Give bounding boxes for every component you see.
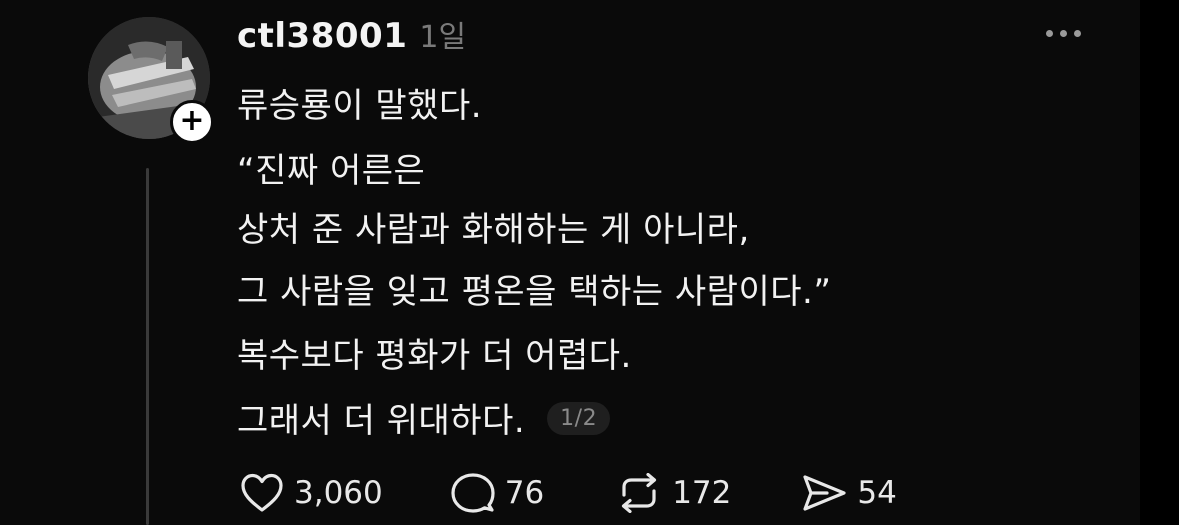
- more-dots-icon[interactable]: [1046, 30, 1081, 37]
- repost-count: 172: [672, 475, 732, 511]
- comment-count: 76: [504, 475, 545, 511]
- post-text-line: 상처 준 사람과 화해하는 게 아니라,: [237, 210, 750, 250]
- heart-icon: [241, 473, 283, 512]
- send-icon: [803, 475, 846, 511]
- like-button[interactable]: 3,060: [240, 473, 383, 513]
- action-bar: 3,060 76 172 54: [240, 472, 897, 514]
- share-count: 54: [857, 475, 897, 511]
- post-text-line: “진짜 어른은: [237, 151, 426, 191]
- comment-bubble-icon: [451, 473, 495, 513]
- repost-button[interactable]: 172: [616, 473, 731, 513]
- post-text-line: 복수보다 평화가 더 어렵다.: [237, 336, 632, 376]
- post-header: ctl38001 1일: [237, 12, 466, 56]
- like-count: 3,060: [294, 475, 383, 511]
- comment-button[interactable]: 76: [451, 472, 544, 514]
- repost-icon: [622, 473, 657, 513]
- thread-line: [146, 168, 149, 525]
- post-text-line-last: 그래서 더 위대하다. 1/2: [237, 393, 611, 442]
- follow-button[interactable]: +: [170, 100, 214, 144]
- post-text-line: 그 사람을 잊고 평온을 택하는 사람이다.”: [237, 272, 832, 312]
- page-indicator[interactable]: 1/2: [547, 402, 611, 435]
- share-button[interactable]: 54: [801, 473, 897, 513]
- post-text-line: 그래서 더 위대하다.: [237, 401, 526, 441]
- post-time: 1일: [419, 20, 467, 55]
- plus-icon: +: [179, 102, 205, 138]
- thread-post: + ctl38001 1일 류승룡이 말했다. “진짜 어른은 상처 준 사람과…: [0, 0, 1140, 525]
- username[interactable]: ctl38001: [237, 16, 407, 56]
- post-text-line: 류승룡이 말했다.: [237, 86, 483, 126]
